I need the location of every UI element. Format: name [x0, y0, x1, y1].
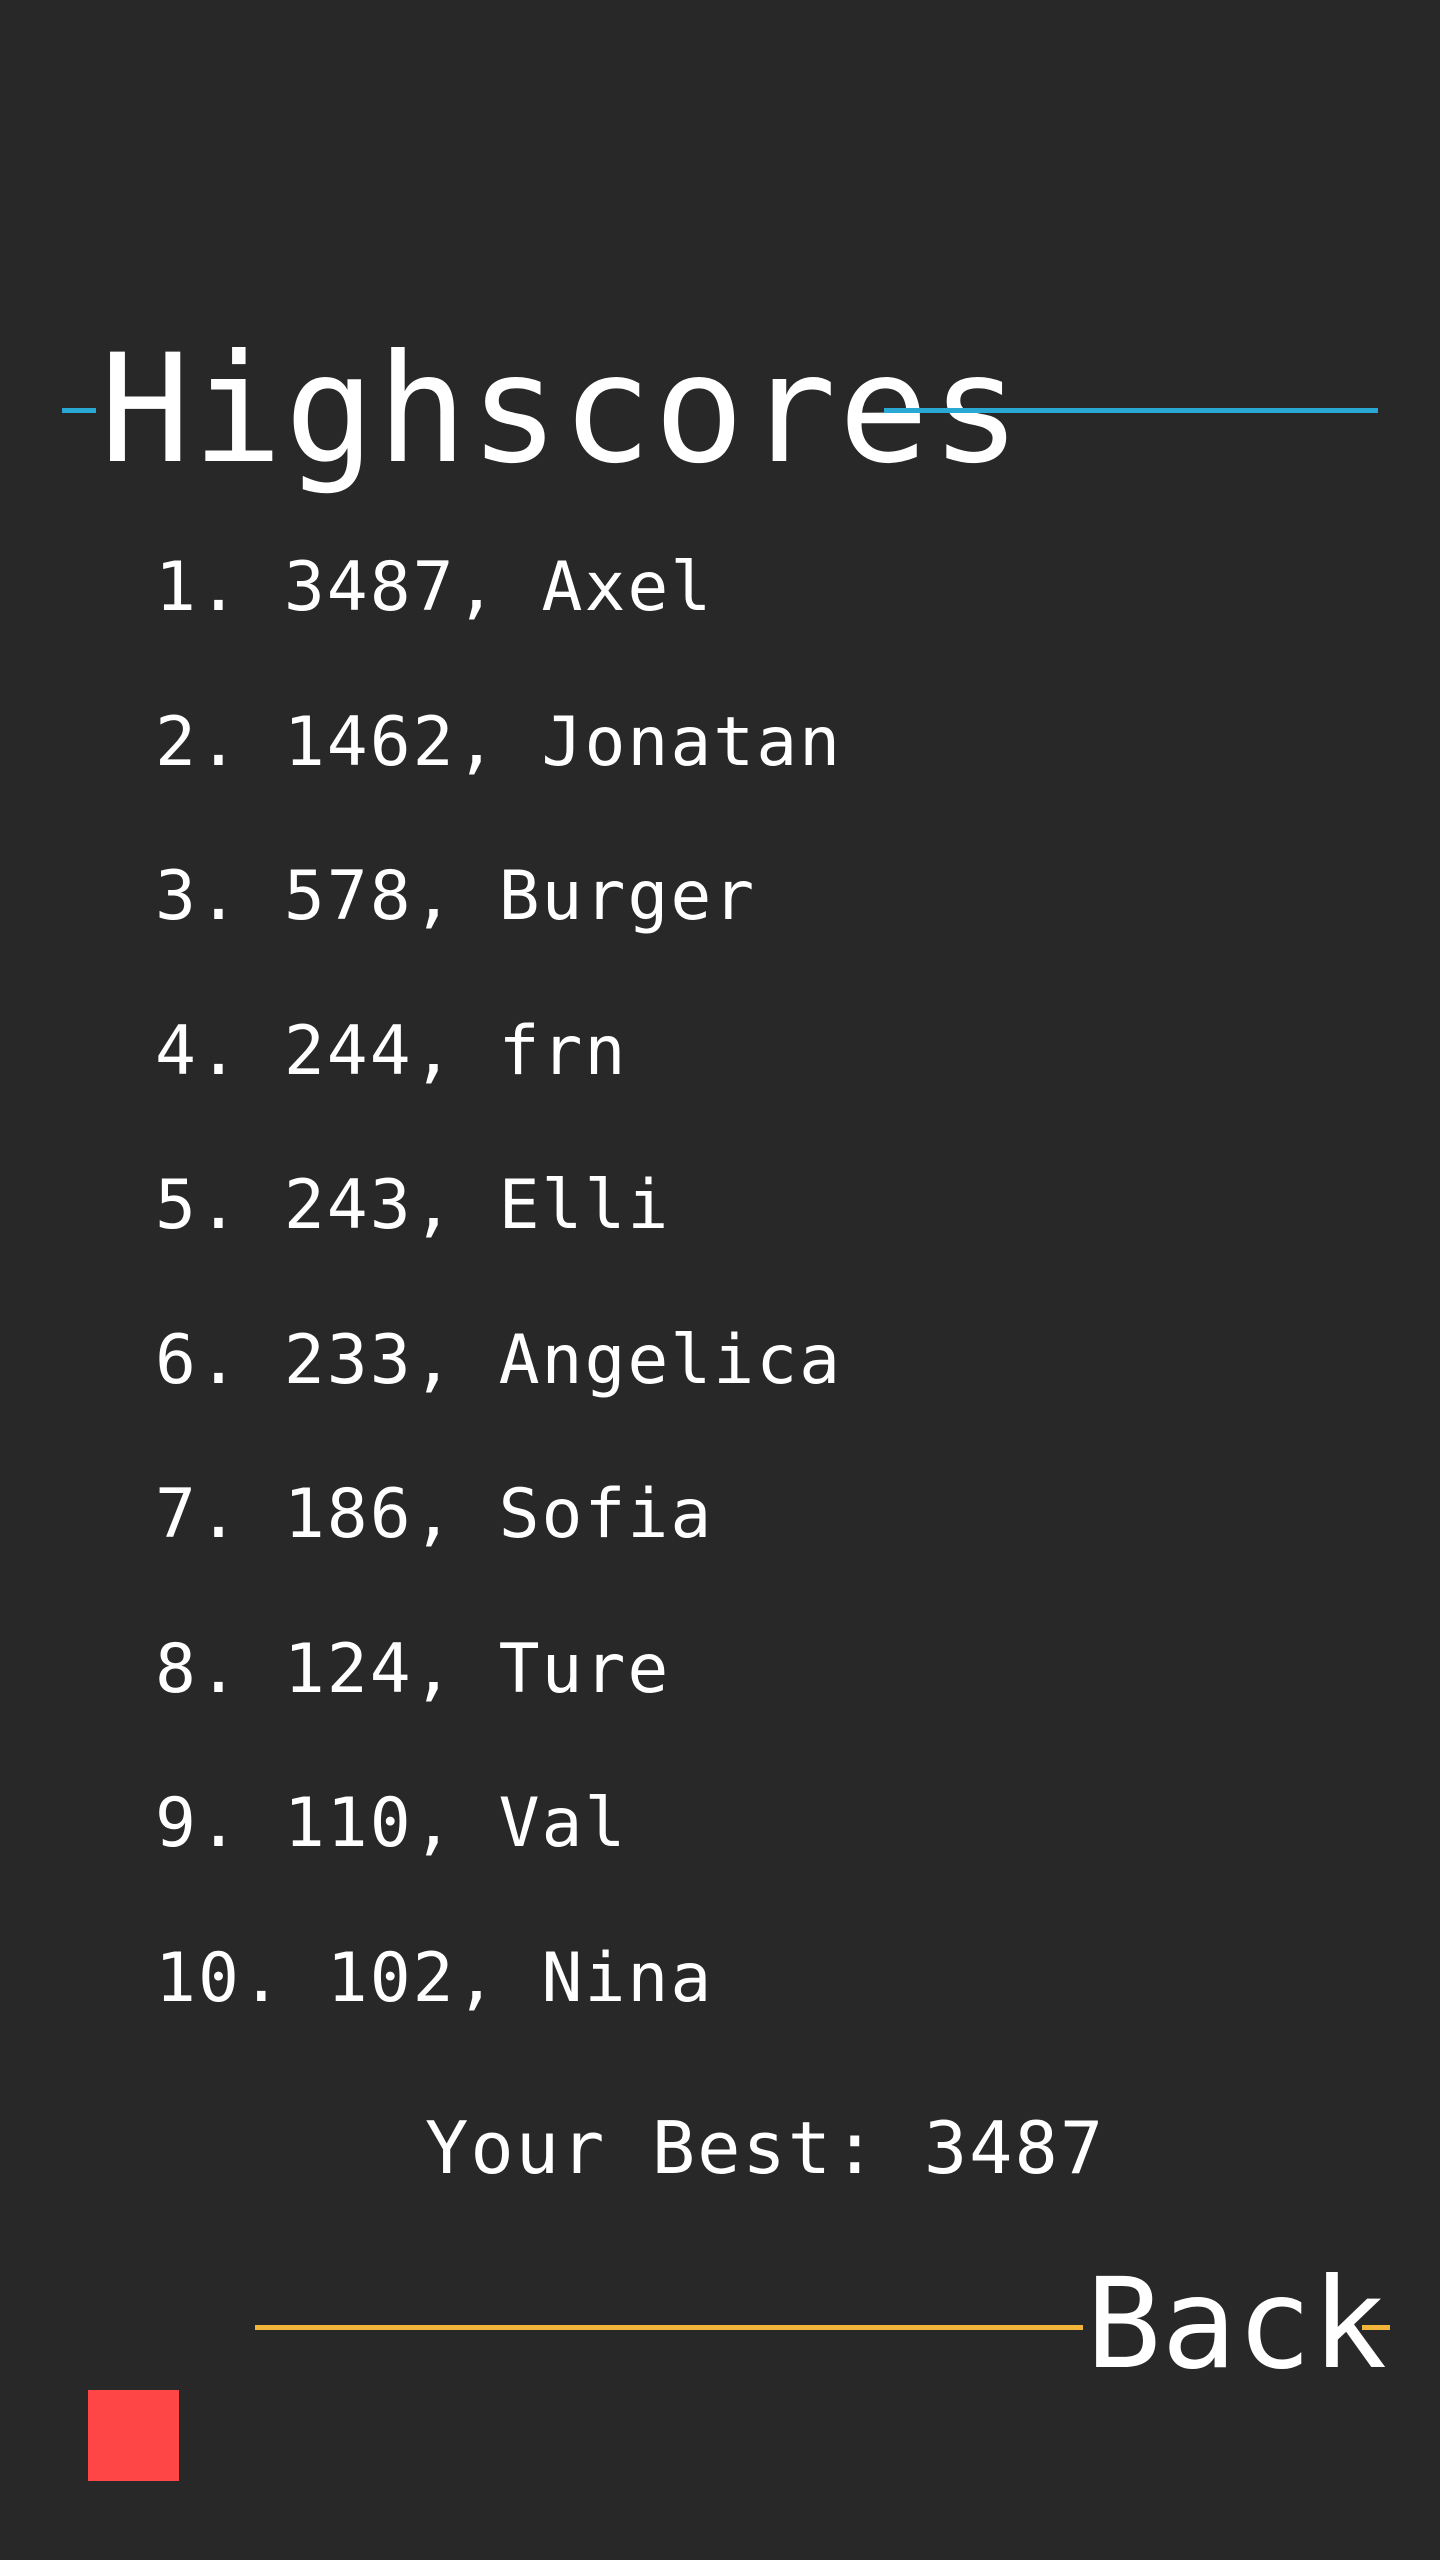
rank: 4.: [155, 1011, 241, 1091]
back-accent-line-left: [255, 2325, 1083, 2330]
score: 110: [283, 1784, 413, 1863]
title-accent-line-left: [62, 408, 96, 413]
score: 102: [326, 1938, 456, 2018]
title-accent-line-right: [884, 408, 1378, 413]
score: 243: [283, 1166, 413, 1245]
player-name: Angelica: [498, 1320, 843, 1400]
rank: 8.: [155, 1629, 241, 1709]
rank: 3.: [155, 857, 241, 936]
score: 578: [283, 857, 413, 936]
highscore-row: 6. 233, Angelica: [155, 1320, 843, 1400]
highscore-row: 9. 110, Val: [155, 1784, 628, 1863]
rank: 6.: [155, 1320, 241, 1400]
player-name: Axel: [541, 548, 714, 627]
score: 124: [283, 1629, 413, 1709]
player-name: Jonatan: [541, 702, 843, 782]
rank: 1.: [155, 548, 241, 627]
player-name: Val: [498, 1784, 628, 1863]
highscore-row: 8. 124, Ture: [155, 1629, 671, 1709]
score: 186: [283, 1475, 413, 1554]
your-best-score: Your Best: 3487: [425, 2106, 1106, 2190]
score: 3487: [283, 548, 456, 627]
player-name: Elli: [498, 1166, 671, 1245]
highscore-row: 5. 243, Elli: [155, 1166, 671, 1245]
score: 233: [283, 1320, 413, 1400]
player-name: Ture: [498, 1629, 671, 1709]
player-name: Sofia: [498, 1475, 714, 1554]
rank: 10.: [155, 1938, 284, 2018]
player-name: Burger: [498, 857, 757, 936]
rank: 5.: [155, 1166, 241, 1245]
score: 1462: [283, 702, 456, 782]
score: 244: [283, 1011, 413, 1091]
highscore-row: 2. 1462, Jonatan: [155, 702, 843, 782]
rank: 9.: [155, 1784, 241, 1863]
highscore-row: 10. 102, Nina: [155, 1938, 714, 2018]
highscore-list: 1. 3487, Axel 2. 1462, Jonatan 3. 578, B…: [155, 548, 842, 2093]
rank: 7.: [155, 1475, 241, 1554]
back-accent-line-right: [1362, 2325, 1390, 2330]
highscore-row: 3. 578, Burger: [155, 857, 757, 936]
player-name: frn: [498, 1011, 628, 1091]
highscore-row: 4. 244, frn: [155, 1011, 628, 1091]
rank: 2.: [155, 702, 241, 782]
back-button[interactable]: Back: [1086, 2260, 1387, 2390]
red-square-marker: [88, 2390, 179, 2481]
player-name: Nina: [541, 1938, 714, 2018]
highscore-row: 1. 3487, Axel: [155, 548, 714, 627]
highscore-row: 7. 186, Sofia: [155, 1475, 714, 1554]
